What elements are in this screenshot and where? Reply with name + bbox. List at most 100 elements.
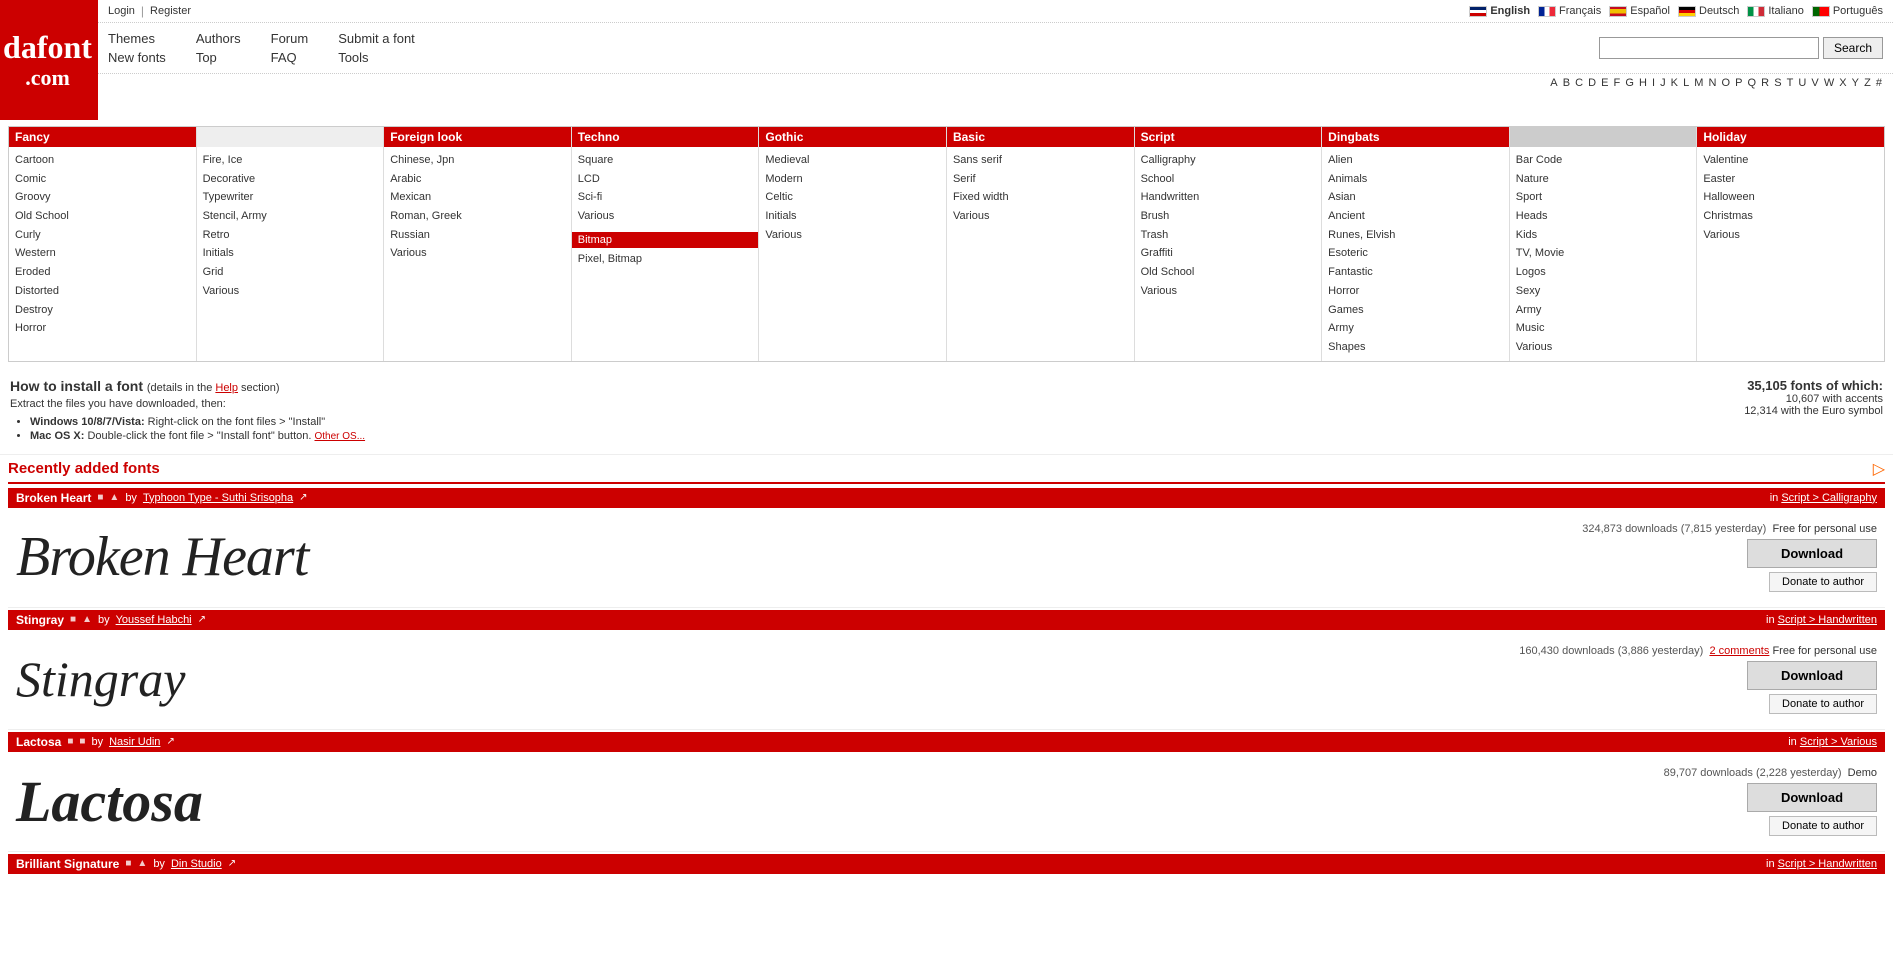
category-header-basic[interactable]: Basic [947,127,1134,147]
cat-calligraphy[interactable]: Calligraphy [1141,151,1316,170]
cat-various-foreign[interactable]: Various [390,244,565,263]
cat-roman[interactable]: Roman, Greek [390,207,565,226]
cat-army[interactable]: Army [1328,319,1503,338]
author-link-broken-heart[interactable]: Typhoon Type - Suthi Srisopha [143,492,293,504]
cat-western[interactable]: Western [15,244,190,263]
cat-various-holiday[interactable]: Various [1703,226,1878,245]
search-input[interactable] [1599,37,1819,59]
nav-tools[interactable]: Tools [338,50,415,65]
cat-brush[interactable]: Brush [1141,207,1316,226]
category-header-dingbats[interactable]: Dingbats [1322,127,1509,147]
cat-typewriter[interactable]: Typewriter [203,188,378,207]
cat-sexy[interactable]: Sexy [1516,282,1691,301]
nav-submit[interactable]: Submit a font [338,31,415,46]
lang-de[interactable]: Deutsch [1678,5,1739,17]
lang-pt[interactable]: Português [1812,5,1883,17]
cat-modern[interactable]: Modern [765,170,940,189]
nav-themes[interactable]: Themes [108,31,166,46]
cat-various-techno[interactable]: Various [578,207,753,226]
cat-tv-movie[interactable]: TV, Movie [1516,244,1691,263]
cat-asian[interactable]: Asian [1328,188,1503,207]
cat-distorted[interactable]: Distorted [15,282,190,301]
cat-music[interactable]: Music [1516,319,1691,338]
cat-horror-ding[interactable]: Horror [1328,282,1503,301]
cat-heads[interactable]: Heads [1516,207,1691,226]
cat-medieval[interactable]: Medieval [765,151,940,170]
cat-valentine[interactable]: Valentine [1703,151,1878,170]
cat-fire-ice[interactable]: Fire, Ice [203,151,378,170]
cat-various-gothic[interactable]: Various [765,226,940,245]
category-header-techno[interactable]: Techno [572,127,759,147]
cat-sci-fi[interactable]: Sci-fi [578,188,753,207]
register-link[interactable]: Register [150,5,191,17]
cat-various-ding[interactable]: Various [1516,338,1691,357]
cat-sport[interactable]: Sport [1516,188,1691,207]
category-link-stingray[interactable]: Script > Handwritten [1778,614,1877,626]
cat-ancient[interactable]: Ancient [1328,207,1503,226]
font-name-stingray[interactable]: Stingray [16,613,64,627]
nav-new-fonts[interactable]: New fonts [108,50,166,65]
cat-grid[interactable]: Grid [203,263,378,282]
cat-old-school-script[interactable]: Old School [1141,263,1316,282]
cat-logos[interactable]: Logos [1516,263,1691,282]
category-header-script[interactable]: Script [1135,127,1322,147]
cat-halloween[interactable]: Halloween [1703,188,1878,207]
author-link-lactosa[interactable]: Nasir Udin [109,736,160,748]
cat-square[interactable]: Square [578,151,753,170]
cat-decorative[interactable]: Decorative [203,170,378,189]
cat-alien[interactable]: Alien [1328,151,1503,170]
cat-shapes[interactable]: Shapes [1328,338,1503,357]
cat-cartoon[interactable]: Cartoon [15,151,190,170]
author-link-stingray[interactable]: Youssef Habchi [116,614,192,626]
login-link[interactable]: Login [108,5,135,17]
category-header-fancy[interactable]: Fancy [9,127,196,147]
cat-various-fancy[interactable]: Various [203,282,378,301]
help-link[interactable]: Help [215,382,238,394]
cat-runes[interactable]: Runes, Elvish [1328,226,1503,245]
cat-eroded[interactable]: Eroded [15,263,190,282]
donate-button-lactosa[interactable]: Donate to author [1769,816,1877,836]
cat-army2[interactable]: Army [1516,301,1691,320]
lang-en[interactable]: English [1469,5,1530,17]
rss-icon[interactable]: ▷ [1873,459,1885,479]
cat-lcd[interactable]: LCD [578,170,753,189]
cat-christmas[interactable]: Christmas [1703,207,1878,226]
author-link-brilliant[interactable]: Din Studio [171,858,222,870]
cat-barcode[interactable]: Bar Code [1516,151,1691,170]
donate-button-broken-heart[interactable]: Donate to author [1769,572,1877,592]
comments-link-stingray[interactable]: 2 comments [1709,645,1769,657]
lang-fr[interactable]: Français [1538,5,1601,17]
download-button-broken-heart[interactable]: Download [1747,539,1877,568]
font-name-lactosa[interactable]: Lactosa [16,735,61,749]
category-header-holiday[interactable]: Holiday [1697,127,1884,147]
cat-celtic[interactable]: Celtic [765,188,940,207]
sub-header-bitmap[interactable]: Bitmap [572,232,759,248]
cat-school[interactable]: School [1141,170,1316,189]
category-header-foreign[interactable]: Foreign look [384,127,571,147]
cat-groovy[interactable]: Groovy [15,188,190,207]
cat-initials[interactable]: Initials [203,244,378,263]
cat-fixed-width[interactable]: Fixed width [953,188,1128,207]
cat-serif[interactable]: Serif [953,170,1128,189]
cat-sans-serif[interactable]: Sans serif [953,151,1128,170]
category-link-broken-heart[interactable]: Script > Calligraphy [1781,492,1877,504]
lang-it[interactable]: Italiano [1747,5,1803,17]
category-link-lactosa[interactable]: Script > Various [1800,736,1877,748]
cat-fantastic[interactable]: Fantastic [1328,263,1503,282]
cat-various-basic[interactable]: Various [953,207,1128,226]
cat-easter[interactable]: Easter [1703,170,1878,189]
donate-button-stingray[interactable]: Donate to author [1769,694,1877,714]
cat-trash[interactable]: Trash [1141,226,1316,245]
font-name-broken-heart[interactable]: Broken Heart [16,491,91,505]
category-header-gothic[interactable]: Gothic [759,127,946,147]
cat-russian[interactable]: Russian [390,226,565,245]
cat-curly[interactable]: Curly [15,226,190,245]
cat-graffiti[interactable]: Graffiti [1141,244,1316,263]
download-button-stingray[interactable]: Download [1747,661,1877,690]
cat-handwritten[interactable]: Handwritten [1141,188,1316,207]
cat-nature[interactable]: Nature [1516,170,1691,189]
cat-old-school[interactable]: Old School [15,207,190,226]
cat-animals[interactable]: Animals [1328,170,1503,189]
nav-faq[interactable]: FAQ [271,50,309,65]
category-link-brilliant[interactable]: Script > Handwritten [1778,858,1877,870]
